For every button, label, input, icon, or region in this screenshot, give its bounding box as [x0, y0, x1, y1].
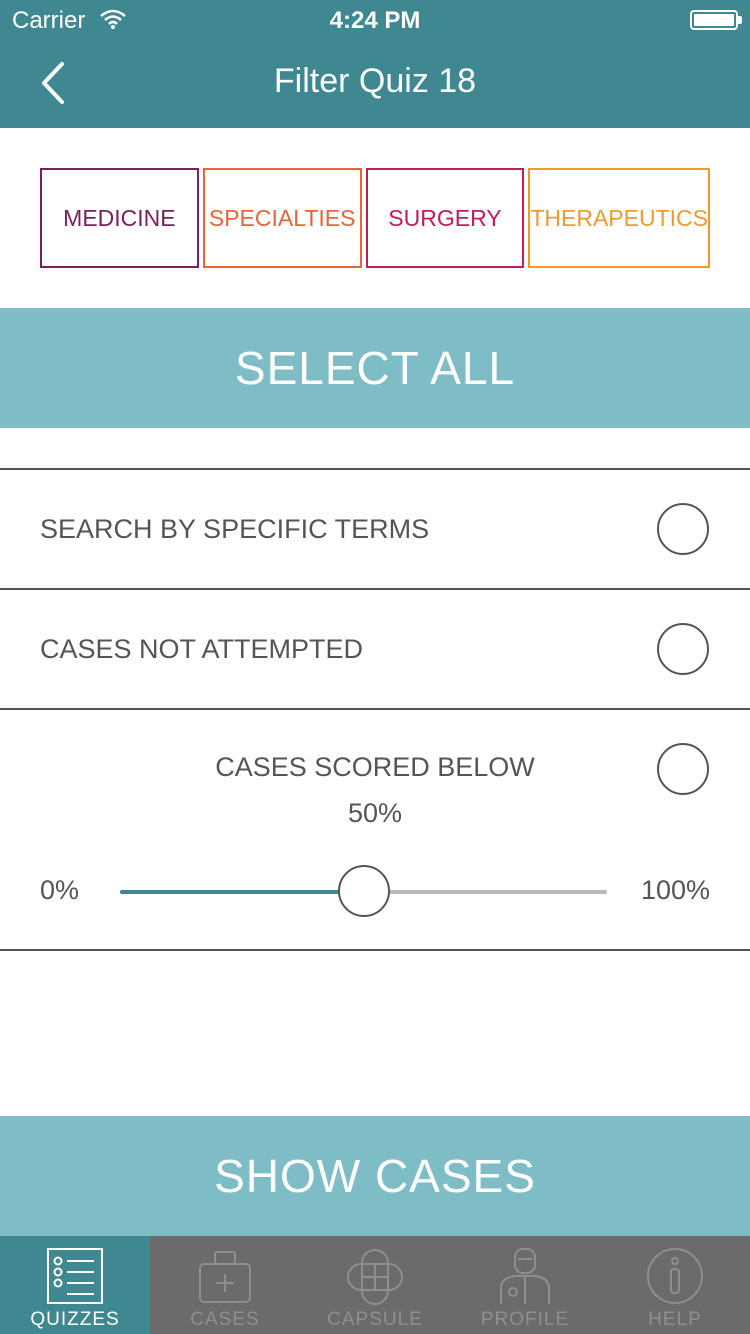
category-surgery-button[interactable]: SURGERY	[365, 168, 525, 268]
tab-help-label: HELP	[648, 1309, 702, 1330]
battery-tip	[738, 16, 742, 24]
not-attempted-row[interactable]: CASES NOT ATTEMPTED	[0, 590, 750, 708]
category-filter-group: MEDICINE SPECIALTIES SURGERY THERAPEUTIC…	[40, 168, 710, 268]
tab-bar: QUIZZES CASES CAPSULE PROFILE HELP	[0, 1236, 750, 1334]
navigation-bar: Filter Quiz 18	[0, 40, 750, 128]
tab-quizzes[interactable]: QUIZZES	[0, 1236, 150, 1334]
tab-profile[interactable]: PROFILE	[450, 1236, 600, 1334]
tab-help[interactable]: HELP	[600, 1236, 750, 1334]
slider-thumb[interactable]	[337, 865, 390, 917]
category-specialties-button[interactable]: SPECIALTIES	[202, 168, 362, 268]
scored-below-label: CASES SCORED BELOW	[215, 752, 535, 782]
search-terms-radio[interactable]	[657, 503, 709, 555]
category-medicine-button[interactable]: MEDICINE	[40, 168, 199, 268]
doctor-profile-icon	[500, 1248, 550, 1304]
capsule-icon	[347, 1249, 403, 1305]
scored-below-radio[interactable]	[657, 743, 709, 795]
tab-capsule-label: CAPSULE	[327, 1309, 423, 1330]
divider	[0, 949, 750, 951]
select-all-button[interactable]: SELECT ALL	[0, 308, 750, 428]
tab-quizzes-label: QUIZZES	[30, 1309, 120, 1330]
search-terms-row[interactable]: SEARCH BY SPECIFIC TERMS	[0, 470, 750, 588]
show-cases-button[interactable]: SHOW CASES	[0, 1116, 750, 1236]
slider-fill	[120, 890, 364, 894]
category-therapeutics-button[interactable]: THERAPEUTICS	[528, 168, 710, 268]
medical-bag-icon	[199, 1251, 251, 1303]
tab-cases-label: CASES	[190, 1309, 260, 1330]
search-terms-label: SEARCH BY SPECIFIC TERMS	[40, 513, 430, 544]
tab-profile-label: PROFILE	[480, 1309, 570, 1330]
battery-icon	[690, 10, 738, 30]
clock: 4:24 PM	[329, 7, 421, 34]
slider-value-label: 50%	[347, 798, 403, 828]
slider-min-label: 0%	[40, 875, 80, 905]
not-attempted-label: CASES NOT ATTEMPTED	[40, 633, 364, 664]
page-title: Filter Quiz 18	[273, 62, 477, 100]
quiz-list-icon	[47, 1248, 103, 1304]
slider-max-label: 100%	[640, 875, 710, 905]
info-icon	[647, 1248, 703, 1304]
not-attempted-radio[interactable]	[657, 623, 709, 675]
tab-capsule[interactable]: CAPSULE	[300, 1236, 450, 1334]
score-slider[interactable]	[120, 865, 607, 917]
tab-cases[interactable]: CASES	[150, 1236, 300, 1334]
divider	[0, 708, 750, 710]
status-bar: Carrier 4:24 PM	[0, 0, 750, 40]
